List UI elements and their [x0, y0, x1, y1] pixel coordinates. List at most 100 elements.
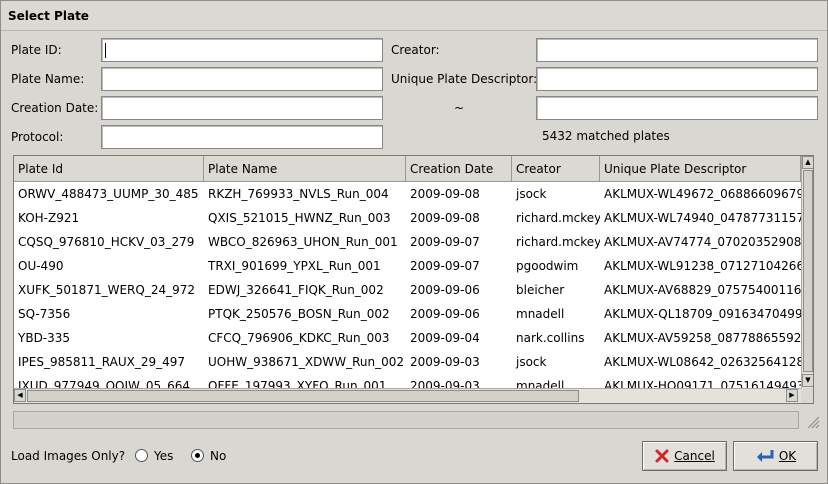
cell-descriptor: AKLMUX-AV59258_087788655927 — [604, 331, 801, 345]
descriptor-label: Unique Plate Descriptor: — [391, 72, 538, 86]
cell-plate-id: KOH-Z921 — [18, 211, 80, 225]
cell-plate-name: UOHW_938671_XDWW_Run_002 — [208, 355, 405, 369]
cell-plate-id: SQ-7356 — [18, 307, 71, 321]
table-row[interactable]: YBD-335 CFCQ_796906_KDKC_Run_003 2009-09-0… — [14, 326, 801, 350]
ok-button-label: OK — [778, 449, 797, 463]
resize-grip-icon[interactable] — [804, 413, 820, 429]
radio-yes-label[interactable]: Yes — [154, 449, 173, 463]
status-bar — [13, 411, 799, 429]
table-row[interactable]: CQSQ_976810_HCKV_03_279 WBCO_826963_UHON_… — [14, 230, 801, 254]
select-plate-window: Select Plate Plate ID: Plate Name: Creat… — [0, 0, 828, 484]
column-header-creation-date[interactable]: Creation Date — [406, 156, 512, 182]
protocol-field[interactable] — [101, 125, 383, 149]
radio-yes[interactable] — [135, 449, 148, 462]
radio-no-label[interactable]: No — [210, 449, 226, 463]
plate-name-label: Plate Name: — [11, 72, 85, 86]
horizontal-scrollbar[interactable]: ◀ ▶ — [14, 388, 801, 403]
table-row[interactable]: IPES_985811_RAUX_29_497 UOHW_938671_XDWW_… — [14, 350, 801, 374]
cell-creation-date: 2009-09-03 — [410, 379, 480, 388]
column-header-plate-name[interactable]: Plate Name — [204, 156, 406, 182]
plate-id-input[interactable] — [102, 39, 382, 61]
cell-plate-id: IPES_985811_RAUX_29_497 — [18, 355, 186, 369]
cell-plate-name: WBCO_826963_UHON_Run_001 — [208, 235, 398, 249]
table-row[interactable]: ORWV_488473_UUMP_30_485 RKZH_769933_NVLS_… — [14, 182, 801, 206]
creator-field[interactable] — [536, 38, 818, 62]
blue-return-arrow-icon — [756, 450, 774, 462]
plate-name-input[interactable] — [102, 68, 382, 90]
cell-descriptor: AKLMUX-HQ09171_075161494930 — [604, 379, 801, 388]
cell-creation-date: 2009-09-07 — [410, 235, 480, 249]
scroll-down-icon[interactable]: ▼ — [802, 374, 813, 387]
load-images-label: Load Images Only? — [11, 449, 126, 463]
cell-creator: jsock — [516, 187, 547, 201]
creation-date-to-field[interactable] — [536, 96, 818, 120]
cell-creator: pgoodwim — [516, 259, 579, 273]
cell-plate-id: ORWV_488473_UUMP_30_485 — [18, 187, 199, 201]
creation-date-from-field[interactable] — [101, 96, 383, 120]
plate-id-label: Plate ID: — [11, 43, 62, 57]
cell-creation-date: 2009-09-04 — [410, 331, 480, 345]
cell-creation-date: 2009-09-08 — [410, 187, 480, 201]
protocol-label: Protocol: — [11, 130, 64, 144]
cell-creator: bleicher — [516, 283, 565, 297]
table-row[interactable]: KOH-Z921 QXIS_521015_HWNZ_Run_003 2009-09-… — [14, 206, 801, 230]
protocol-input[interactable] — [102, 126, 382, 148]
cell-plate-id: YBD-335 — [18, 331, 71, 345]
vertical-scroll-thumb[interactable] — [803, 170, 813, 372]
plate-id-field[interactable] — [101, 38, 383, 62]
table-row[interactable]: OU-490 TRXI_901699_YPXL_Run_001 2009-09-07… — [14, 254, 801, 278]
scroll-right-icon[interactable]: ▶ — [786, 389, 798, 402]
plates-table[interactable]: Plate Id Plate Name Creation Date Creato… — [13, 155, 814, 404]
cell-plate-id: JXUD_977949_OQJW_05_664 — [18, 379, 191, 388]
matched-count: 5432 matched plates — [542, 129, 670, 143]
cancel-button[interactable]: Cancel — [642, 441, 727, 471]
cell-descriptor: AKLMUX-WL74940_047877311570 — [604, 211, 801, 225]
table-body: ORWV_488473_UUMP_30_485 RKZH_769933_NVLS_… — [14, 182, 801, 388]
table-row[interactable]: XUFK_501871_WERQ_24_972 EDWJ_326641_FIQK_… — [14, 278, 801, 302]
descriptor-field[interactable] — [536, 67, 818, 91]
column-header-creator[interactable]: Creator — [512, 156, 600, 182]
cell-plate-name: PTQK_250576_BOSN_Run_002 — [208, 307, 390, 321]
creator-label: Creator: — [391, 43, 440, 57]
date-range-separator: ~ — [454, 101, 465, 115]
cell-plate-id: XUFK_501871_WERQ_24_972 — [18, 283, 195, 297]
cell-descriptor: AKLMUX-AV74774_070203529089 — [604, 235, 801, 249]
cell-descriptor: AKLMUX-WL08642_026325641282 — [604, 355, 801, 369]
red-x-icon — [655, 449, 669, 463]
ok-button[interactable]: OK — [733, 441, 818, 471]
scroll-up-icon[interactable]: ▲ — [802, 156, 813, 169]
cell-descriptor: AKLMUX-WL49672_068866096798 — [604, 187, 801, 201]
column-header-descriptor[interactable]: Unique Plate Descriptor — [600, 156, 801, 182]
window-title: Select Plate — [1, 1, 827, 31]
cell-creation-date: 2009-09-08 — [410, 211, 480, 225]
table-row[interactable]: JXUD_977949_OQJW_05_664 OFFE_197993_XYFO_… — [14, 374, 801, 388]
cell-creation-date: 2009-09-03 — [410, 355, 480, 369]
vertical-scrollbar[interactable]: ▲ ▼ — [801, 156, 813, 388]
cell-plate-name: RKZH_769933_NVLS_Run_004 — [208, 187, 389, 201]
cell-creation-date: 2009-09-07 — [410, 259, 480, 273]
cell-plate-name: QXIS_521015_HWNZ_Run_003 — [208, 211, 391, 225]
creator-input[interactable] — [537, 39, 817, 61]
cell-plate-name: CFCQ_796906_KDKC_Run_003 — [208, 331, 390, 345]
scrollbar-corner — [801, 388, 813, 403]
cell-descriptor: AKLMUX-WL91238_071271042667 — [604, 259, 801, 273]
cell-creator: richard.mckey — [516, 211, 600, 225]
text-caret — [105, 43, 106, 58]
cancel-button-label: Cancel — [674, 449, 715, 463]
descriptor-input[interactable] — [537, 68, 817, 90]
creation-date-to-input[interactable] — [537, 97, 817, 119]
creation-date-from-input[interactable] — [102, 97, 382, 119]
cell-plate-name: EDWJ_326641_FIQK_Run_002 — [208, 283, 384, 297]
radio-no[interactable] — [191, 449, 204, 462]
cell-creator: richard.mckey — [516, 235, 600, 249]
plate-name-field[interactable] — [101, 67, 383, 91]
cell-plate-id: OU-490 — [18, 259, 64, 273]
horizontal-scroll-thumb[interactable] — [27, 390, 579, 402]
cell-plate-name: OFFE_197993_XYFO_Run_001 — [208, 379, 387, 388]
table-header: Plate Id Plate Name Creation Date Creato… — [14, 156, 801, 182]
scroll-left-icon[interactable]: ◀ — [14, 389, 26, 402]
creation-date-label: Creation Date: — [11, 101, 99, 115]
cell-creation-date: 2009-09-06 — [410, 307, 480, 321]
table-row[interactable]: SQ-7356 PTQK_250576_BOSN_Run_002 2009-09-0… — [14, 302, 801, 326]
column-header-plate-id[interactable]: Plate Id — [14, 156, 204, 182]
